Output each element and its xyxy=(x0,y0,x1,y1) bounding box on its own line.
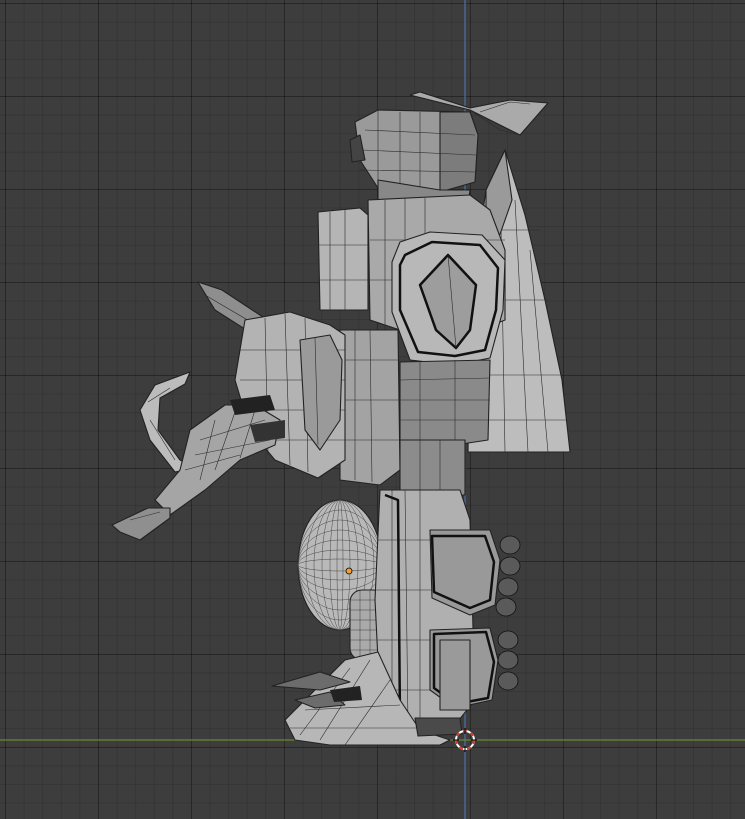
shoulder-shield[interactable] xyxy=(391,231,506,446)
3d-viewport[interactable] xyxy=(0,0,745,819)
robot-head[interactable] xyxy=(349,91,549,206)
object-origin-icon[interactable] xyxy=(345,567,353,575)
elephant-head-arm[interactable] xyxy=(111,281,346,541)
viewport-scene[interactable] xyxy=(0,0,745,819)
robot-mesh[interactable] xyxy=(111,91,571,746)
